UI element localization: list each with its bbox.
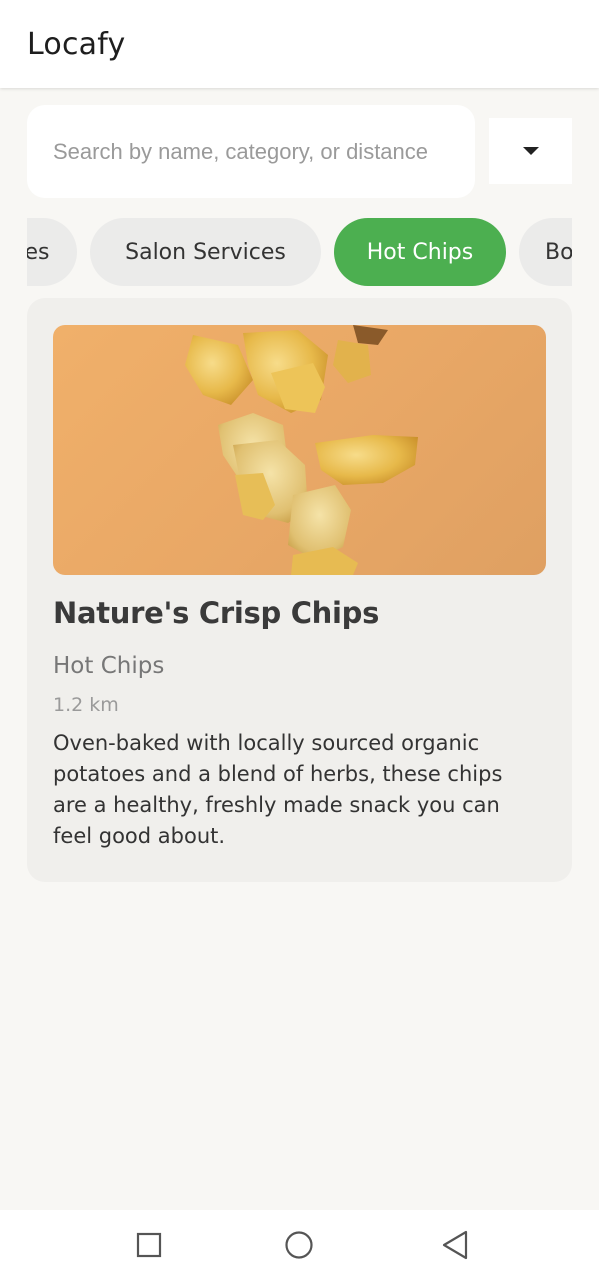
category-chip[interactable]: Bo [519,218,572,286]
back-button[interactable] [438,1228,472,1262]
caret-down-icon [522,147,539,155]
home-button[interactable] [282,1228,316,1262]
category-chips: es Salon Services Hot Chips Bo [27,218,572,286]
search-input[interactable] [53,138,453,165]
listing-distance: 1.2 km [53,694,119,716]
app-title: Locafy [27,26,126,62]
listing-description: Oven-baked with locally sourced organic … [53,731,503,848]
category-chip-hot-chips[interactable]: Hot Chips [334,218,506,286]
listing-name: Nature's Crisp Chips [53,596,380,630]
category-chip[interactable]: es [27,218,77,286]
listing-card[interactable]: Nature's Crisp Chips Hot Chips 1.2 km Ov… [27,298,572,882]
filter-dropdown-button[interactable] [489,118,572,184]
triangle-back-icon [442,1230,468,1260]
recents-button[interactable] [132,1228,166,1262]
circle-icon [285,1231,313,1259]
chips-photo [185,325,418,575]
listing-image [53,325,546,575]
app-bar: Locafy [0,0,599,88]
category-chip-salon-services[interactable]: Salon Services [90,218,321,286]
system-nav-bar [0,1210,599,1280]
search-box[interactable] [27,105,475,198]
listing-category: Hot Chips [53,653,165,679]
square-icon [136,1232,162,1258]
